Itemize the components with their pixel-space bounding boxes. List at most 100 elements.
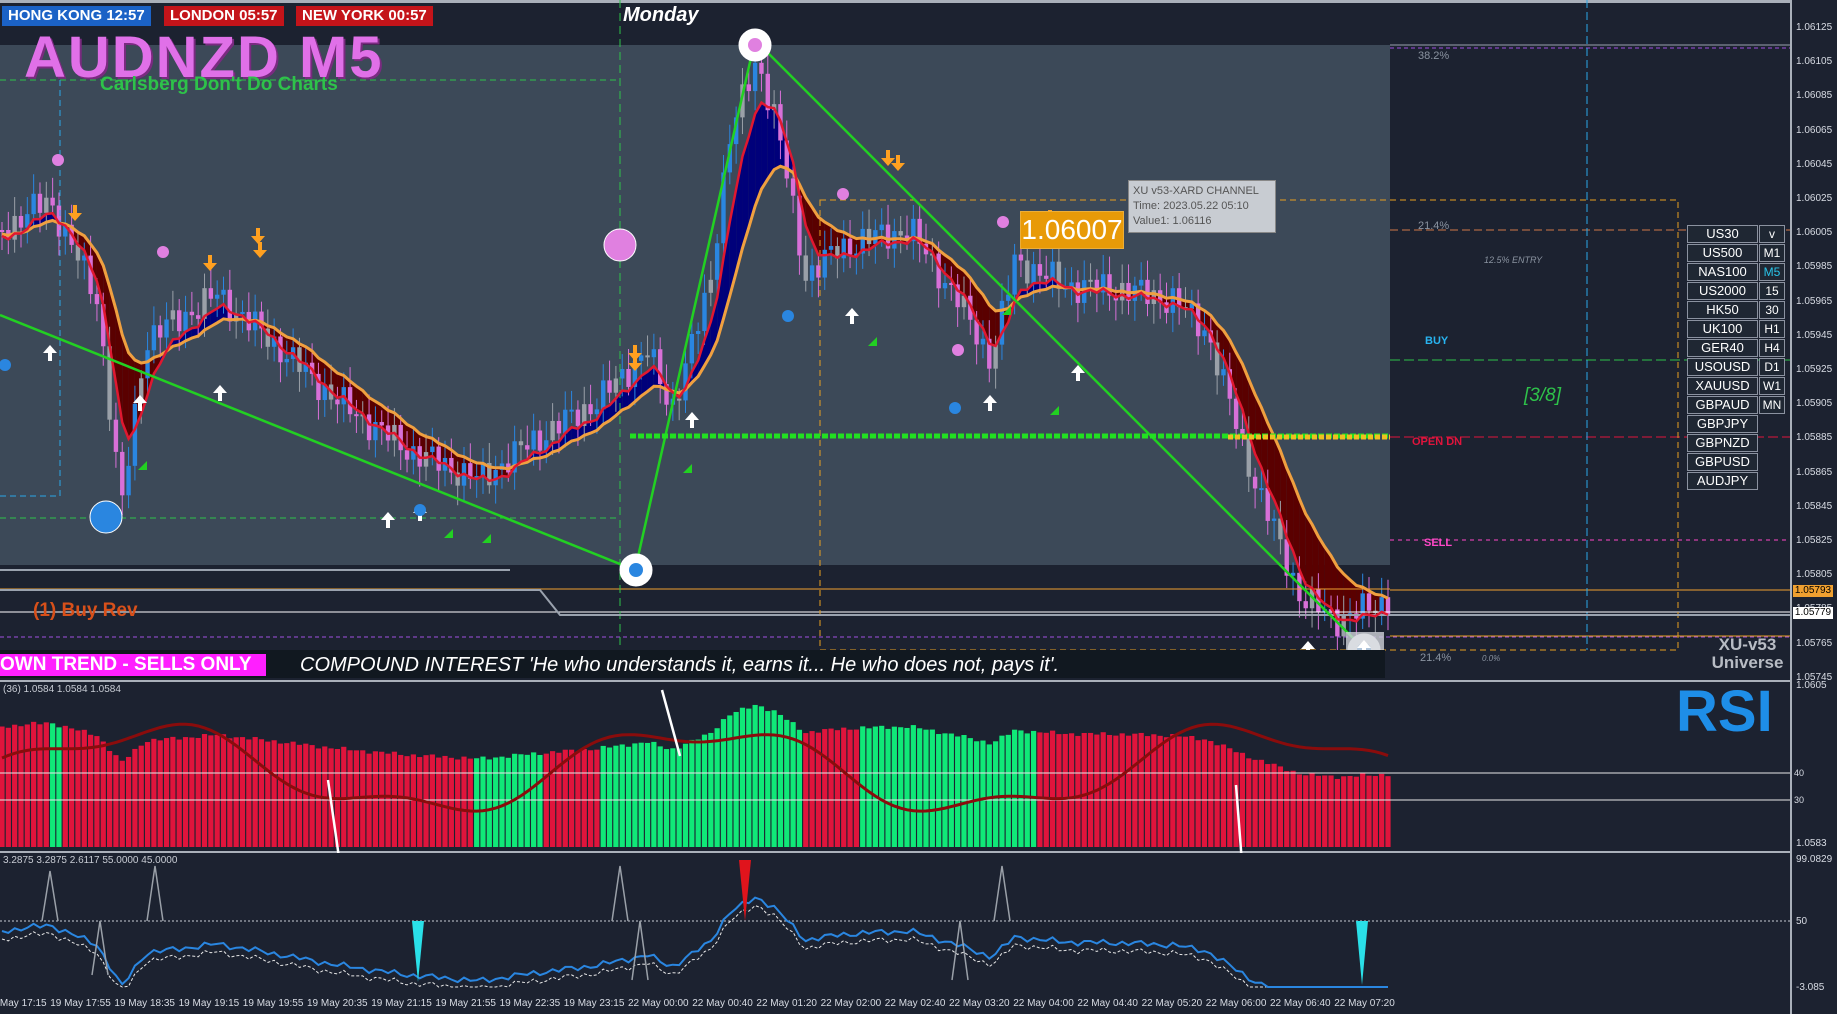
rsi-bar bbox=[1277, 766, 1284, 847]
symbol-button[interactable]: US500 bbox=[1687, 244, 1758, 262]
price-axis-label: 1.05885 bbox=[1796, 432, 1833, 444]
timeframe-button-h1[interactable]: H1 bbox=[1759, 320, 1785, 338]
rsi-bar bbox=[518, 754, 524, 847]
candle-body bbox=[1037, 264, 1043, 276]
timeframe-button-d1[interactable]: D1 bbox=[1759, 358, 1785, 376]
symbol-button[interactable]: HK50 bbox=[1687, 301, 1758, 319]
time-axis-label: 19 May 22:35 bbox=[499, 998, 561, 1009]
rsi-bar bbox=[18, 726, 24, 847]
time-axis-label: 22 May 00:40 bbox=[692, 998, 753, 1009]
fib-level-bottom: 21.4% bbox=[1420, 652, 1452, 664]
rsi-bar bbox=[182, 737, 189, 847]
rsi-bar bbox=[1385, 776, 1391, 847]
candle-body bbox=[120, 451, 125, 496]
price-tag-bid: 1.05779 bbox=[1793, 607, 1833, 619]
symbol-button[interactable]: AUDJPY bbox=[1687, 472, 1758, 490]
timeframe-button-h4[interactable]: H4 bbox=[1759, 339, 1785, 357]
rsi-bar bbox=[1265, 764, 1271, 847]
symbol-button[interactable]: GER40 bbox=[1687, 339, 1758, 357]
candle-body bbox=[214, 294, 220, 299]
candle-body bbox=[639, 355, 644, 361]
xu-label-line: XU-v53 bbox=[1718, 635, 1777, 654]
rsi-bar bbox=[290, 741, 296, 847]
panel-divider bbox=[0, 680, 1790, 682]
stoch-axis-bottom: -3.085 bbox=[1796, 982, 1825, 993]
rsi-bar bbox=[587, 750, 594, 847]
symbol-button[interactable]: UK100 bbox=[1687, 320, 1758, 338]
time-axis-label: 19 May 19:55 bbox=[242, 998, 304, 1009]
candle-body bbox=[284, 358, 289, 363]
rsi-bar bbox=[1081, 732, 1087, 847]
candle-body bbox=[645, 355, 650, 358]
price-axis-label: 1.06065 bbox=[1796, 124, 1833, 136]
rsi-bar bbox=[296, 744, 303, 847]
rsi-bar bbox=[233, 737, 239, 847]
trend-badge: OWN TREND - SELLS ONLY bbox=[0, 654, 266, 676]
price-axis-label: 1.06125 bbox=[1796, 22, 1833, 33]
current-price-box: 1.06007 bbox=[1020, 211, 1124, 249]
rsi-bar bbox=[404, 756, 410, 847]
pivot-dot bbox=[99, 510, 113, 524]
time-axis-label: 22 May 05:20 bbox=[1141, 998, 1203, 1009]
candle-body bbox=[1050, 261, 1055, 279]
symbol-button[interactable]: GBPUSD bbox=[1687, 453, 1758, 471]
rsi-panel-info: (36) 1.0584 1.0584 1.0584 bbox=[3, 684, 121, 695]
timeframe-button-v[interactable]: v bbox=[1759, 225, 1785, 243]
axis-divider bbox=[1790, 0, 1792, 1014]
open-dn-label: OPEN DN bbox=[1412, 436, 1463, 448]
ma-cloud bbox=[767, 107, 775, 180]
buy-level-label: BUY bbox=[1425, 335, 1449, 347]
timeframe-button-m1[interactable]: M1 bbox=[1759, 244, 1785, 262]
rsi-bar bbox=[62, 725, 68, 847]
rsi-bar bbox=[1030, 730, 1037, 847]
tooltip-line: XU v53-XARD CHANNEL bbox=[1133, 185, 1259, 197]
rsi-bar bbox=[758, 706, 765, 847]
rsi-bar bbox=[1353, 776, 1359, 847]
rsi-bar bbox=[1315, 775, 1321, 847]
rsi-bar bbox=[391, 751, 397, 847]
rsi-axis-bottom: 1.0583 bbox=[1796, 838, 1827, 849]
rsi-bar bbox=[746, 708, 752, 847]
timeframe-button-30[interactable]: 30 bbox=[1759, 301, 1785, 319]
symbol-button[interactable]: GBPNZD bbox=[1687, 434, 1758, 452]
rsi-bar bbox=[980, 740, 986, 847]
rsi-bar bbox=[474, 758, 480, 847]
candle-body bbox=[1233, 398, 1239, 429]
rsi-panel-title: RSI bbox=[1676, 679, 1773, 744]
timeframe-button-15[interactable]: 15 bbox=[1759, 282, 1785, 300]
symbol-button[interactable]: GBPJPY bbox=[1687, 415, 1758, 433]
candle-body bbox=[1138, 279, 1144, 286]
rsi-bar bbox=[1075, 735, 1081, 847]
rsi-bar bbox=[1068, 733, 1075, 847]
candle-body bbox=[1170, 288, 1176, 313]
swing-dot bbox=[952, 344, 964, 356]
rsi-bar bbox=[467, 758, 473, 847]
rsi-bar bbox=[144, 742, 151, 847]
candle-body bbox=[563, 409, 568, 434]
rsi-bar bbox=[303, 743, 309, 847]
symbol-button[interactable]: US30 bbox=[1687, 225, 1758, 243]
rsi-bar bbox=[986, 744, 992, 847]
rsi-bar bbox=[1296, 774, 1302, 847]
price-chart[interactable] bbox=[0, 0, 1837, 1014]
timeframe-button-mn[interactable]: MN bbox=[1759, 396, 1785, 414]
rsi-bar bbox=[1246, 758, 1252, 847]
rsi-bar bbox=[100, 741, 106, 847]
rsi-bar bbox=[398, 754, 404, 847]
timeframe-button-w1[interactable]: W1 bbox=[1759, 377, 1785, 395]
timeframe-button-m5[interactable]: M5 bbox=[1759, 263, 1785, 281]
symbol-button[interactable]: GBPAUD bbox=[1687, 396, 1758, 414]
symbol-button[interactable]: NAS100 bbox=[1687, 263, 1758, 281]
rsi-bar bbox=[676, 748, 682, 847]
candle-body bbox=[790, 178, 796, 196]
rsi-bar bbox=[94, 736, 100, 847]
rsi-bar bbox=[625, 746, 632, 847]
symbol-button[interactable]: USOUSD bbox=[1687, 358, 1758, 376]
symbol-button[interactable]: US2000 bbox=[1687, 282, 1758, 300]
candle-body bbox=[575, 409, 581, 426]
price-axis-label: 1.06025 bbox=[1796, 193, 1833, 204]
swing-dot bbox=[52, 154, 64, 166]
rsi-bar bbox=[822, 729, 828, 847]
price-axis-label: 1.05945 bbox=[1796, 329, 1833, 341]
symbol-button[interactable]: XAUUSD bbox=[1687, 377, 1758, 395]
